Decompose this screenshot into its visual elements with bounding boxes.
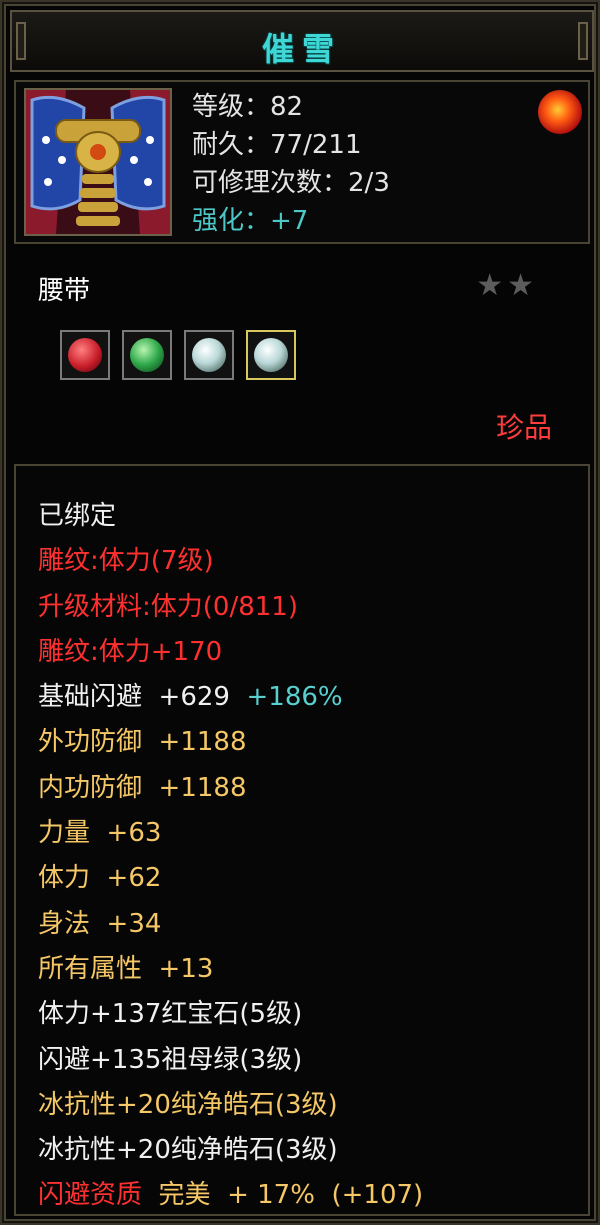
quality-label: 珍品 [495, 411, 552, 444]
belt-item-icon [24, 88, 172, 236]
attr-all: 所有属性 +13 [38, 953, 214, 984]
gem-slot-2[interactable] [122, 330, 172, 380]
emerald-gem-icon [130, 338, 164, 372]
gem-bonus-3: 冰抗性+20纯净皓石(3级) [38, 1089, 338, 1120]
attr-inner-defense: 内功防御 +1188 [38, 772, 247, 803]
item-title: 催雪 [261, 30, 342, 68]
attr-stamina: 体力 +62 [38, 863, 162, 894]
gem-slot-3[interactable] [184, 330, 234, 380]
header-panel: 等级：82 耐久：77/211 可修理次数：2/3 强化：+7 [14, 80, 590, 244]
stat-enhance: 强化：+7 [192, 206, 309, 236]
stat-lines: 等级：82 耐久：77/211 可修理次数：2/3 强化：+7 [192, 88, 390, 240]
engrave-bonus: 雕纹:体力+170 [38, 636, 223, 667]
diamond-gem-icon [254, 338, 288, 372]
engrave-level: 雕纹:体力(7级) [38, 546, 214, 577]
title-bar: 催雪 [10, 10, 594, 72]
gem-slot-4[interactable] [246, 330, 296, 380]
attr-agility: 身法 +34 [38, 908, 162, 939]
gem-bonus-4: 冰抗性+20纯净皓石(3级) [38, 1135, 338, 1166]
item-type-name: 腰带 [38, 276, 91, 306]
star-rating: ★★ [476, 268, 538, 303]
gem-slot-1[interactable] [60, 330, 110, 380]
attr-aptitude: 闪避资质 完美 + 17% (+107) [38, 1180, 424, 1211]
attributes-panel: 已绑定 雕纹:体力(7级) 升级材料:体力(0/811) 雕纹:体力+170 基… [14, 464, 590, 1216]
gem-bonus-1: 体力+137红宝石(5级) [38, 999, 303, 1030]
stat-level: 等级：82 [192, 92, 304, 122]
diamond-gem-icon [192, 338, 226, 372]
attr-dodge: 基础闪避 +629 +186% [38, 682, 343, 713]
dragon-emblem-icon [538, 90, 582, 134]
upgrade-material: 升级材料:体力(0/811) [38, 591, 298, 622]
attr-strength: 力量 +63 [38, 818, 162, 849]
attr-outer-defense: 外功防御 +1188 [38, 727, 247, 758]
attributes-list: 已绑定 雕纹:体力(7级) 升级材料:体力(0/811) 雕纹:体力+170 基… [38, 494, 423, 1219]
stat-durability: 耐久：77/211 [192, 130, 362, 160]
item-tooltip: 催雪 等级：82 耐久：77/211 可修理次数：2/3 强化：+7 腰带 ★★… [0, 0, 600, 1225]
bound-status: 已绑定 [38, 501, 117, 531]
gem-bonus-2: 闪避+135祖母绿(3级) [38, 1044, 303, 1075]
ruby-gem-icon [68, 338, 102, 372]
stat-repair-count: 可修理次数：2/3 [192, 168, 390, 198]
